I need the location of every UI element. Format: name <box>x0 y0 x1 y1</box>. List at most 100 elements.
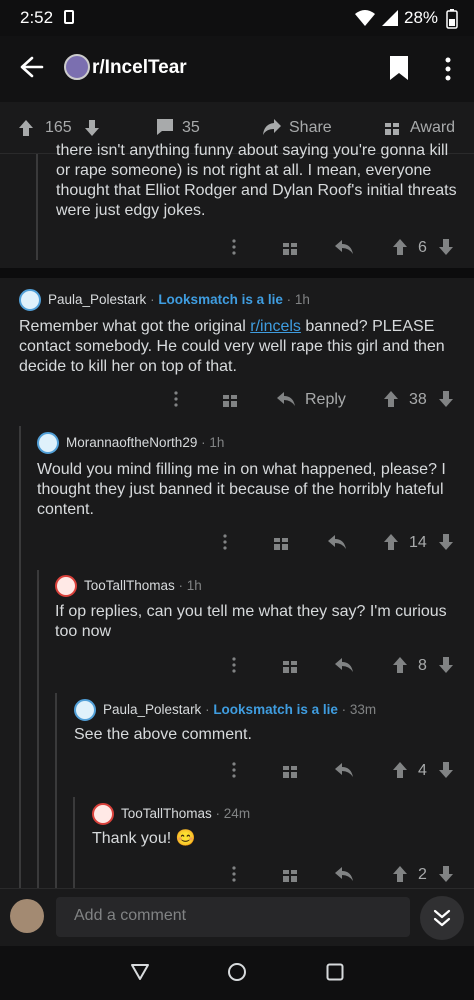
comment-more-icon[interactable] <box>223 534 227 550</box>
award-icon[interactable] <box>282 656 298 674</box>
upvote-icon[interactable] <box>18 119 34 137</box>
status-time: 2:52 <box>20 8 54 27</box>
home-circle-icon[interactable] <box>227 962 247 982</box>
subreddit-avatar[interactable] <box>64 54 90 80</box>
comment-icon[interactable] <box>156 118 174 136</box>
comment-text: there isn't anything funny about saying … <box>56 142 457 219</box>
battery-icon <box>446 9 458 29</box>
award-button[interactable]: Award <box>410 119 455 137</box>
downvote-icon[interactable] <box>438 761 454 779</box>
user-flair: Looksmatch is a lie <box>213 702 338 717</box>
user-avatar[interactable] <box>92 803 114 825</box>
comment-body: Remember what got the original r/incels … <box>19 317 459 377</box>
recents-square-icon[interactable] <box>326 963 344 981</box>
comment-age: 1h <box>209 435 225 450</box>
downvote-icon[interactable] <box>438 656 454 674</box>
comment-text: If op replies, can you tell me what they… <box>55 603 447 640</box>
comment-meta: MorannaoftheNorth29 · 1h <box>66 435 225 450</box>
comment-age: 33m <box>349 702 377 717</box>
upvote-icon[interactable] <box>392 761 408 779</box>
vote-count: 2 <box>418 866 427 883</box>
more-options-icon[interactable] <box>444 57 452 81</box>
battery-percent: 28% <box>404 8 439 27</box>
comment-text: Would you mind filling me in on what hap… <box>37 461 446 518</box>
post-upvote-count: 165 <box>45 119 72 136</box>
thread-line <box>73 797 75 888</box>
downvote-icon[interactable] <box>438 865 454 883</box>
upvote-icon[interactable] <box>383 390 399 408</box>
comment-text: See the above comment. <box>74 726 252 743</box>
reply-icon[interactable] <box>334 866 354 882</box>
reply-button[interactable]: Reply <box>305 391 346 409</box>
award-icon[interactable] <box>282 865 298 883</box>
comment-author[interactable]: Paula_Polestark <box>48 292 146 307</box>
comment-body: Would you mind filling me in on what hap… <box>37 460 459 520</box>
upvote-icon[interactable] <box>392 656 408 674</box>
award-icon[interactable] <box>282 238 298 256</box>
comment-body: If op replies, can you tell me what they… <box>55 602 459 642</box>
vote-count: 14 <box>409 534 427 551</box>
user-avatar[interactable] <box>19 289 41 311</box>
signal-icon <box>382 10 398 26</box>
reply-icon[interactable] <box>327 534 347 550</box>
avatar[interactable] <box>10 899 44 933</box>
thread-line <box>19 426 21 888</box>
comment-author[interactable]: TooTallThomas <box>121 806 212 821</box>
comment-input[interactable]: Add a comment <box>56 897 410 937</box>
jump-to-next-comment-button[interactable] <box>420 896 464 940</box>
downvote-icon[interactable] <box>438 238 454 256</box>
upvote-icon[interactable] <box>392 238 408 256</box>
award-icon[interactable] <box>282 761 298 779</box>
comment-author[interactable]: TooTallThomas <box>84 578 175 593</box>
comment-more-icon[interactable] <box>232 866 236 882</box>
subreddit-link[interactable]: r/incels <box>250 318 301 335</box>
downvote-icon[interactable] <box>438 533 454 551</box>
upvote-icon[interactable] <box>392 865 408 883</box>
comment-body: See the above comment. <box>74 725 459 745</box>
comment-more-icon[interactable] <box>232 762 236 778</box>
comment-age: 1h <box>294 292 310 307</box>
award-icon[interactable] <box>222 390 238 408</box>
reply-icon[interactable] <box>334 239 354 255</box>
comment-body: there isn't anything funny about saying … <box>56 141 466 223</box>
status-bar: 2:52 28% <box>0 0 474 36</box>
vote-count: 38 <box>409 391 427 408</box>
comment-more-icon[interactable] <box>232 657 236 673</box>
save-bookmark-icon[interactable] <box>388 55 410 81</box>
vote-count: 4 <box>418 762 427 779</box>
back-triangle-icon[interactable] <box>130 963 150 981</box>
post-comment-count[interactable]: 35 <box>182 119 200 137</box>
award-icon[interactable] <box>273 533 289 551</box>
comment-text: Remember what got the original <box>19 318 251 335</box>
vote-count: 8 <box>418 657 427 674</box>
comment-more-icon[interactable] <box>174 391 178 407</box>
user-avatar[interactable] <box>55 575 77 597</box>
user-flair: Looksmatch is a lie <box>158 292 283 307</box>
comment-more-icon[interactable] <box>232 239 236 255</box>
comment-author[interactable]: Paula_Polestark <box>103 702 201 717</box>
share-icon[interactable] <box>262 118 282 136</box>
comment-age: 1h <box>186 578 202 593</box>
subreddit-title[interactable]: r/IncelTear <box>92 57 187 79</box>
share-button[interactable]: Share <box>289 119 332 137</box>
sim-icon <box>64 10 74 24</box>
award-icon[interactable] <box>384 118 400 136</box>
upvote-icon[interactable] <box>383 533 399 551</box>
comment-author[interactable]: MorannaoftheNorth29 <box>66 435 197 450</box>
back-arrow-icon[interactable] <box>20 56 44 78</box>
downvote-icon[interactable] <box>438 390 454 408</box>
downvote-icon[interactable] <box>84 119 100 137</box>
comment-meta: TooTallThomas · 1h <box>84 578 202 593</box>
system-nav-bar <box>0 946 474 1000</box>
thread-line <box>37 570 39 888</box>
reply-icon[interactable] <box>276 391 296 407</box>
comment-meta: Paula_Polestark · Looksmatch is a lie · … <box>103 702 377 717</box>
reply-icon[interactable] <box>334 657 354 673</box>
user-avatar[interactable] <box>37 432 59 454</box>
comment-body: Thank you! 😊 <box>92 829 459 849</box>
comment-separator <box>0 268 474 278</box>
reply-icon[interactable] <box>334 762 354 778</box>
vote-count: 6 <box>418 239 427 256</box>
thread-line <box>55 693 57 888</box>
user-avatar[interactable] <box>74 699 96 721</box>
